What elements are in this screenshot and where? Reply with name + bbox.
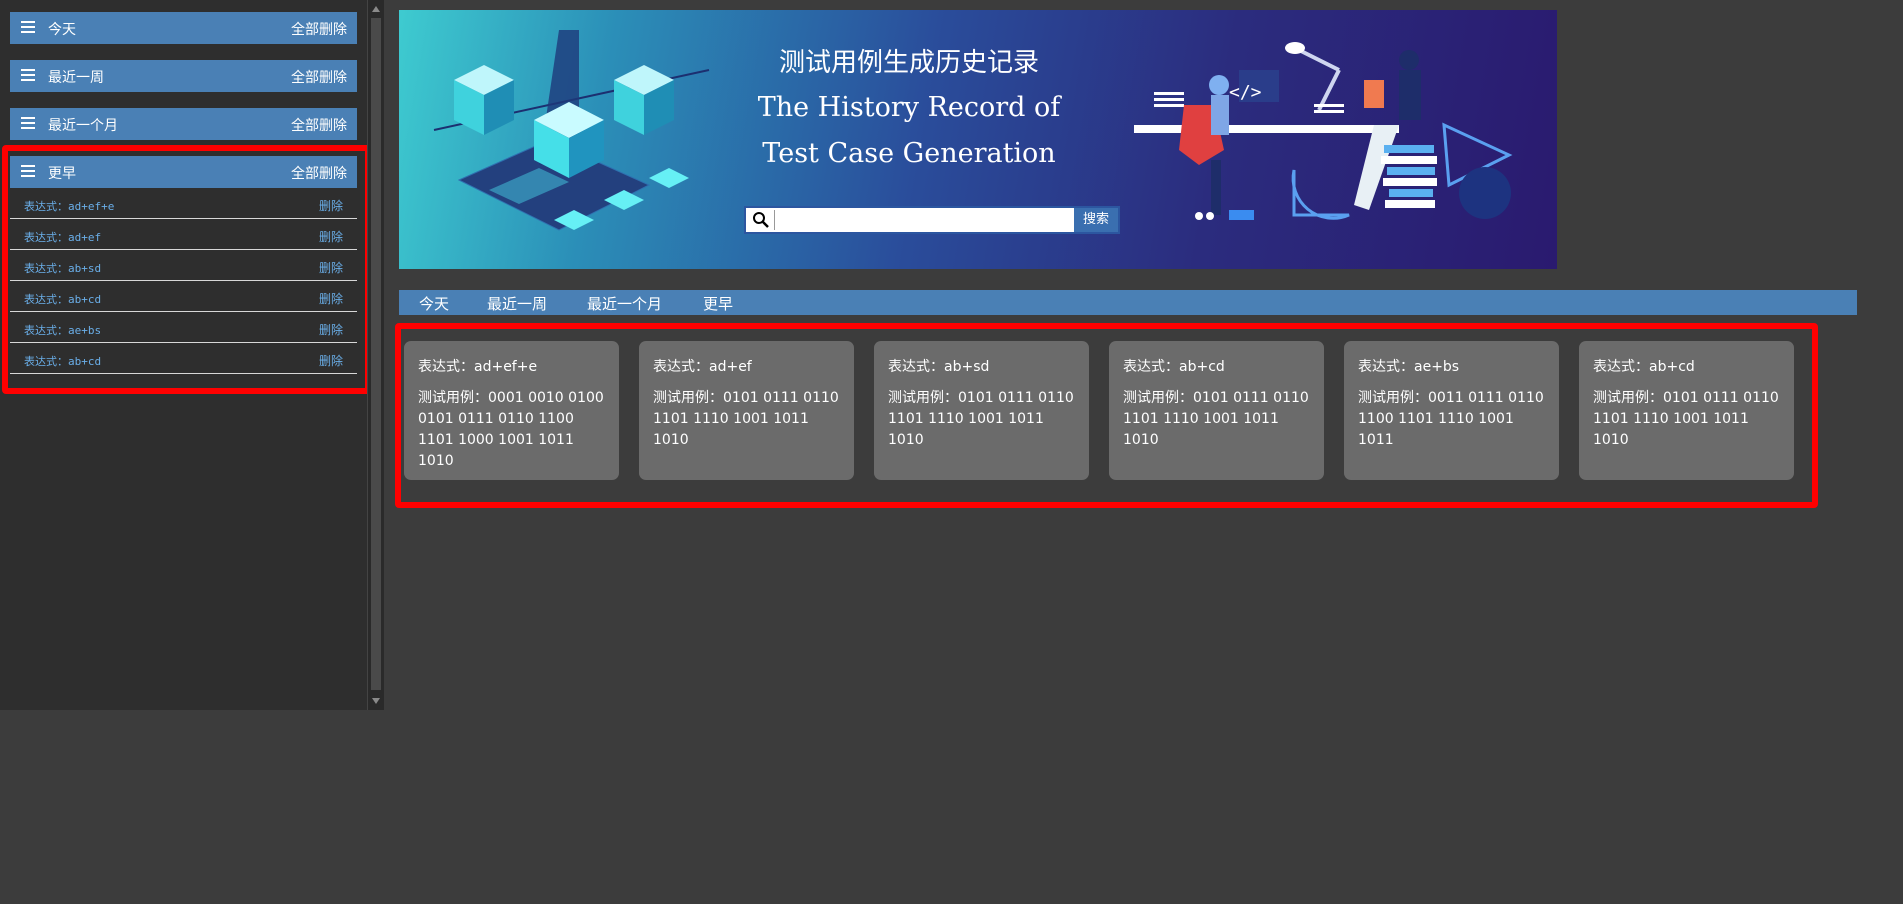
sidebar-scrollbar[interactable] [367,0,384,710]
list-icon [21,117,35,129]
tab-today[interactable]: 今天 [419,293,449,314]
banner-title-en-line1: The History Record of [757,92,1061,123]
scroll-up-arrow-icon[interactable] [372,6,380,12]
banner-title-en-line2: Test Case Generation [762,138,1056,169]
group-header-today[interactable]: 今天 全部删除 [10,12,357,44]
search-bar: 搜索 [744,206,1120,234]
banner-title-cn: 测试用例生成历史记录 [778,48,1039,78]
tab-week[interactable]: 最近一周 [487,293,547,314]
list-icon [21,69,35,81]
group-header-week[interactable]: 最近一周 全部删除 [10,60,357,92]
search-button[interactable]: 搜索 [1074,208,1118,232]
tab-month[interactable]: 最近一个月 [587,293,662,314]
list-icon [21,21,35,33]
group-title: 最近一个月 [48,118,118,134]
server-cubes-illustration [433,30,710,231]
developers-illustration [1134,42,1513,220]
tab-earlier[interactable]: 更早 [703,293,733,314]
scroll-down-arrow-icon[interactable] [372,698,380,704]
group-title: 今天 [48,22,76,38]
header-banner: 测试用例生成历史记录 The History Record of Test Ca… [399,10,1557,269]
delete-all-button[interactable]: 全部删除 [291,115,347,135]
highlight-box-cards [395,323,1818,508]
highlight-box-sidebar [2,145,371,394]
history-sidebar: 今天 全部删除 最近一周 全部删除 最近一个月 全部删除 更早 全部删除 表达式… [0,0,383,710]
group-title: 最近一周 [48,70,104,86]
group-header-month[interactable]: 最近一个月 全部删除 [10,108,357,140]
search-icon [750,210,775,230]
time-filter-tabs: 今天 最近一周 最近一个月 更早 [399,290,1857,315]
search-input[interactable] [776,210,1080,232]
scrollbar-thumb[interactable] [371,18,381,690]
delete-all-button[interactable]: 全部删除 [291,67,347,87]
delete-all-button[interactable]: 全部删除 [291,19,347,39]
code-glyph: </> [1229,82,1262,103]
